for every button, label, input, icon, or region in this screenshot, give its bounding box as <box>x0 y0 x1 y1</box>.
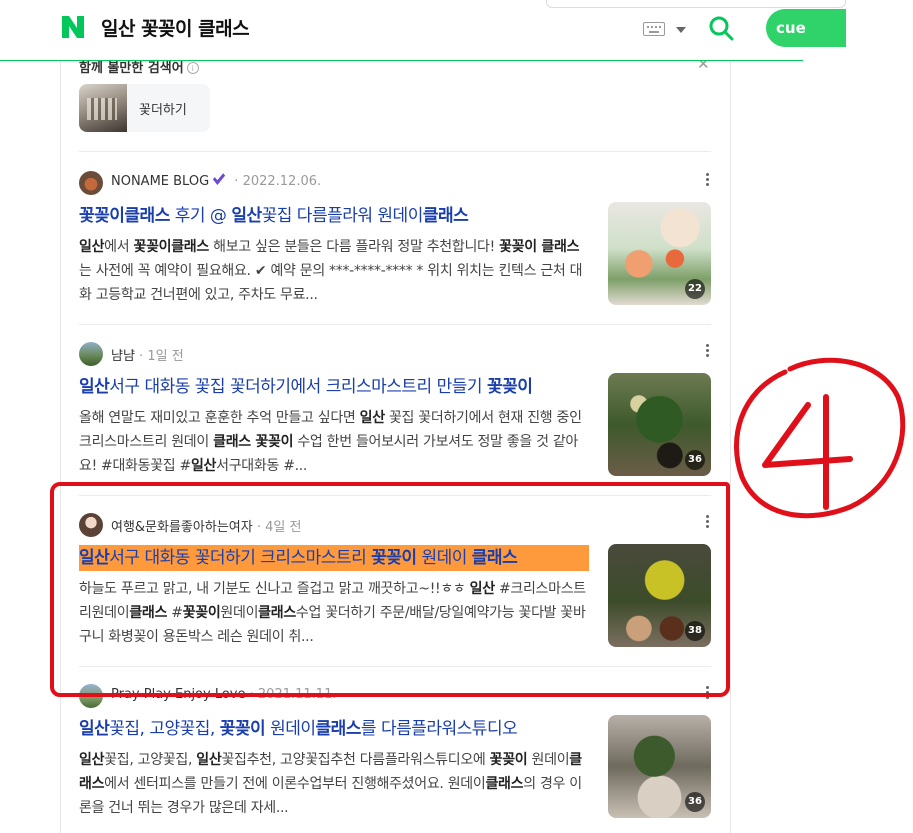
header: 일산 꽃꽂이 클래스 cue <box>0 0 846 61</box>
blog-post-1: NONAME BLOG · 2022.12.06. 꽃꽂이클래스 후기 @ 일산… <box>79 170 711 331</box>
naver-logo[interactable] <box>60 14 86 40</box>
avatar[interactable] <box>79 684 103 708</box>
info-icon[interactable]: i <box>186 62 199 74</box>
post-author-line[interactable]: 여행&문화를좋아하는여자 · 4일 전 <box>111 516 301 535</box>
related-search-chip[interactable]: 꽃더하기 <box>79 84 210 132</box>
chevron-down-icon[interactable] <box>676 27 686 33</box>
image-count-badge: 38 <box>685 621 705 641</box>
post-thumbnail[interactable]: 36 <box>608 373 711 476</box>
post-title[interactable]: 꽃꽂이클래스 후기 @ 일산꽃집 다름플라워 원데이클래스 <box>79 203 589 229</box>
blog-post-3: 여행&문화를좋아하는여자 · 4일 전 일산서구 대화동 꽃더하기 크리스마스트… <box>79 513 711 673</box>
post-description[interactable]: 올해 연말도 재미있고 훈훈한 추억 만들고 싶다면 일산 꽃집 꽃더하기에서 … <box>79 406 589 478</box>
image-count-badge: 36 <box>685 450 705 470</box>
more-icon[interactable] <box>706 344 710 360</box>
search-icon[interactable] <box>708 15 734 41</box>
avatar[interactable] <box>79 342 103 366</box>
post-thumbnail[interactable]: 38 <box>608 544 711 647</box>
post-author-line[interactable]: 냠냠 · 1일 전 <box>111 345 184 364</box>
image-count-badge: 36 <box>685 792 705 812</box>
more-icon[interactable] <box>706 173 710 189</box>
blog-post-2: 냠냠 · 1일 전 일산서구 대화동 꽃집 꽃더하기에서 크리스마스트리 만들기… <box>79 342 711 502</box>
more-icon[interactable] <box>706 515 710 531</box>
chip-thumbnail <box>79 84 127 132</box>
search-results: 함께 볼만한 검색어 i ✕ 꽃더하기 NONAME BLOG · 2022.12… <box>60 55 731 833</box>
post-title-highlighted[interactable]: 일산서구 대화동 꽃더하기 크리스마스트리 꽃꽂이 원데이 클래스 <box>79 545 589 571</box>
post-author-line[interactable]: NONAME BLOG · 2022.12.06. <box>111 170 321 189</box>
divider <box>79 666 711 667</box>
post-thumbnail[interactable]: 22 <box>608 202 711 305</box>
chip-label: 꽃더하기 <box>139 103 187 118</box>
post-title[interactable]: 일산꽃집, 고양꽃집, 꽃꽂이 원데이클래스를 다름플라워스튜디오 <box>79 716 589 742</box>
post-description[interactable]: 하늘도 푸르고 맑고, 내 기분도 신나고 즐겁고 맑고 깨끗하고~!!ㅎㅎ 일… <box>79 577 589 649</box>
verified-icon <box>213 170 226 185</box>
avatar[interactable] <box>79 513 103 537</box>
post-thumbnail[interactable]: 36 <box>608 715 711 818</box>
annotation-number-text: 4 <box>730 347 731 348</box>
divider <box>79 495 711 496</box>
avatar[interactable] <box>79 171 103 195</box>
popup-edge <box>546 0 846 8</box>
image-count-badge: 22 <box>685 279 705 299</box>
divider <box>79 151 711 152</box>
more-icon[interactable] <box>706 686 710 702</box>
page-title: 일산 꽃꽂이 클래스 <box>101 18 250 40</box>
post-description[interactable]: 일산꽃집, 고양꽃집, 일산꽃집추천, 고양꽃집추천 다름플라워스튜디오에 꽃꽂… <box>79 748 589 820</box>
post-author-line[interactable]: Pray Play Enjoy Love · 2021.11.11. <box>111 687 336 702</box>
cue-button[interactable]: cue <box>766 9 846 47</box>
divider <box>79 324 711 325</box>
keyboard-icon[interactable] <box>643 22 665 36</box>
annotation-number-4: 4 <box>730 347 906 519</box>
post-description[interactable]: 일산에서 꽃꽂이클래스 해보고 싶은 분들은 다름 플라워 정말 추천합니다! … <box>79 235 589 307</box>
blog-post-4: Pray Play Enjoy Love · 2021.11.11. 일산꽃집,… <box>79 684 711 833</box>
post-title[interactable]: 일산서구 대화동 꽃집 꽃더하기에서 크리스마스트리 만들기 꽃꽂이 <box>79 374 589 400</box>
